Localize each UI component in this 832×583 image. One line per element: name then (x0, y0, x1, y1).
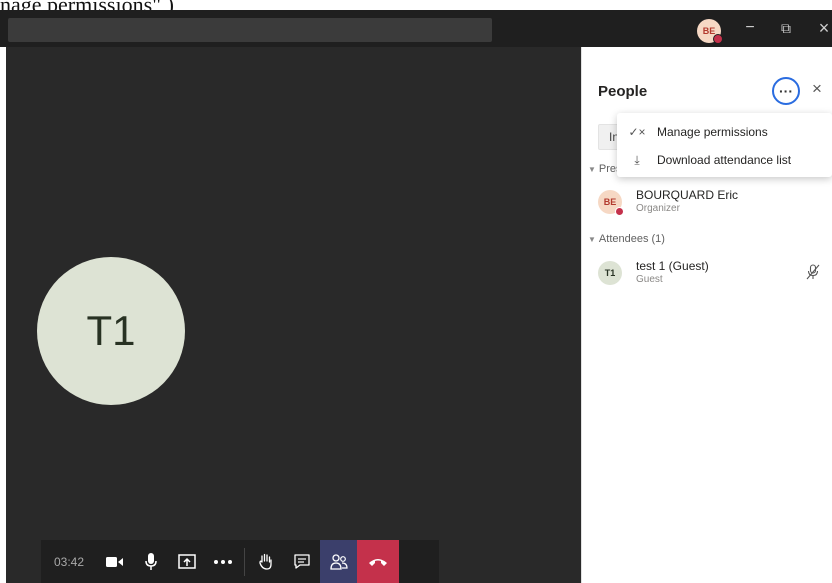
attendees-header-label: Attendees (1) (598, 233, 665, 245)
ellipsis-icon (214, 559, 232, 564)
more-actions-button[interactable] (205, 540, 241, 583)
busy-status-dot (713, 34, 723, 44)
participant-avatar: T1 (598, 261, 622, 285)
participant-name: test 1 (Guest) (636, 259, 709, 273)
more-options-menu: ✓× Manage permissions ⤓ Download attenda… (617, 113, 832, 177)
minimize-button[interactable]: − (738, 16, 762, 40)
controls-divider (244, 547, 245, 576)
raise-hand-icon (259, 553, 272, 570)
share-screen-icon (178, 553, 196, 569)
participant-role: Guest (636, 274, 663, 285)
participant-name: BOURQUARD Eric (636, 188, 739, 202)
share-screen-button[interactable] (169, 540, 205, 583)
microphone-icon (145, 552, 157, 570)
chevron-down-icon: ▼ (588, 235, 596, 244)
attendees-section-header[interactable]: ▼ Attendees (1) (588, 233, 665, 245)
user-avatar[interactable]: BE (697, 19, 723, 44)
hang-up-button[interactable] (357, 540, 399, 583)
participants-icon (329, 553, 348, 570)
participant-video-tile[interactable]: T1 (37, 257, 185, 405)
meeting-stage: T1 03:42 (6, 47, 581, 583)
manage-permissions-icon: ✓× (628, 125, 646, 139)
camera-button[interactable] (97, 540, 133, 583)
busy-status-dot (615, 207, 624, 216)
raise-hand-button[interactable] (248, 540, 284, 583)
panel-more-options-button[interactable]: ··· (772, 77, 800, 105)
menu-item-manage-permissions[interactable]: ✓× Manage permissions (617, 118, 832, 146)
menu-item-download-attendance[interactable]: ⤓ Download attendance list (617, 146, 832, 174)
mic-off-icon[interactable] (806, 264, 820, 280)
maximize-button[interactable]: ⧉ (774, 16, 798, 40)
participant-avatar-initials: T1 (604, 268, 616, 278)
participant-role: Organizer (636, 203, 680, 214)
hang-up-icon (369, 558, 387, 566)
participant-initials: T1 (86, 307, 136, 354)
chat-icon (294, 554, 310, 569)
mic-button[interactable] (133, 540, 169, 583)
more-options-icon: ··· (779, 83, 793, 99)
menu-item-label: Download attendance list (657, 153, 792, 167)
camera-icon (106, 556, 123, 567)
participant-avatar-initials: BE (603, 197, 617, 207)
call-timer: 03:42 (53, 554, 85, 569)
search-bar[interactable] (8, 18, 492, 42)
user-avatar-initials: BE (702, 26, 716, 36)
participant-row[interactable]: T1 test 1 (Guest) Guest (598, 259, 832, 291)
call-controls-bar: 03:42 (41, 540, 439, 583)
chat-button[interactable] (284, 540, 320, 583)
participant-row[interactable]: BE BOURQUARD Eric Organizer (598, 188, 832, 220)
download-icon: ⤓ (634, 152, 640, 167)
panel-close-button[interactable]: × (807, 79, 827, 101)
window-close-button[interactable]: × (812, 16, 832, 40)
chevron-down-icon: ▼ (588, 165, 596, 174)
participant-avatar: BE (598, 190, 624, 216)
title-bar: BE − ⧉ × (0, 10, 832, 47)
panel-title: People (598, 83, 648, 100)
menu-item-label: Manage permissions (657, 125, 768, 139)
show-participants-button[interactable] (320, 540, 357, 583)
